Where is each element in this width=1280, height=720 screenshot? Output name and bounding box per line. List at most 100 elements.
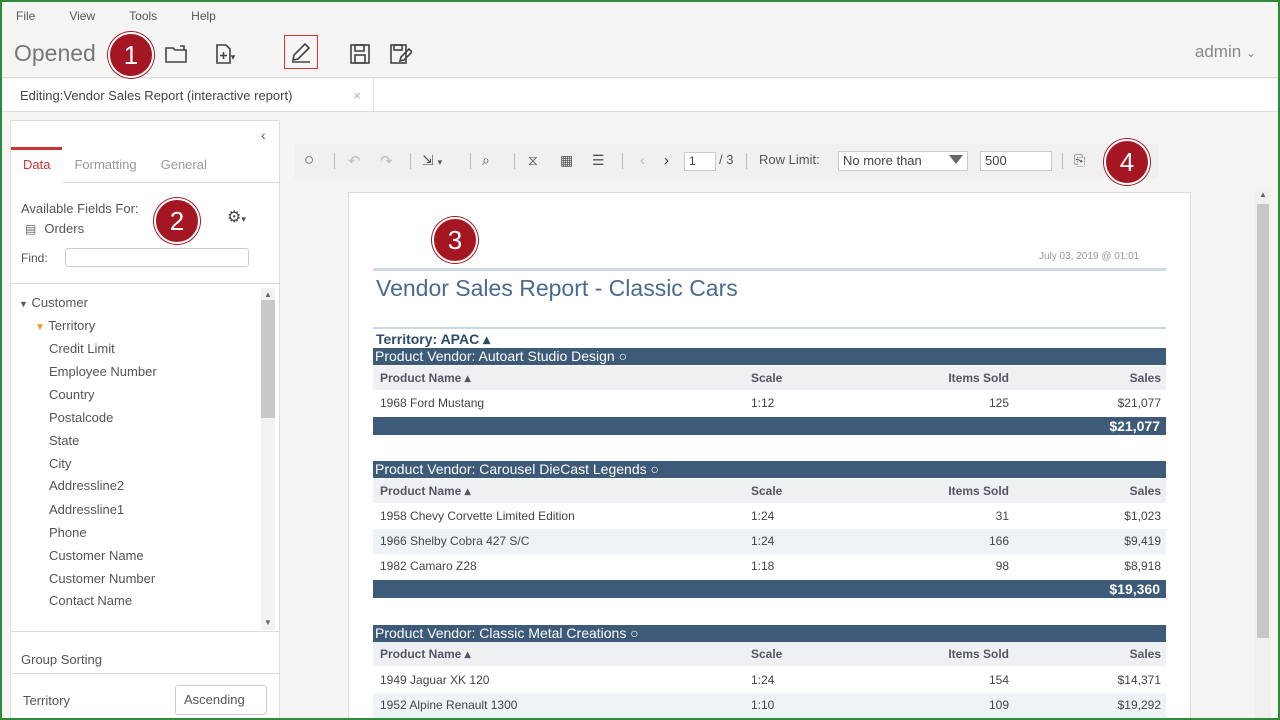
col-sales[interactable]: Sales xyxy=(1130,484,1161,498)
row-limit-input[interactable]: 500 xyxy=(980,151,1052,171)
vendor-group-header[interactable]: Product Vendor: Carousel DieCast Legends… xyxy=(373,461,1166,478)
table-icon[interactable]: ▦ xyxy=(560,152,573,169)
next-page-icon[interactable]: › xyxy=(664,152,669,169)
find-input[interactable] xyxy=(65,248,249,267)
col-product-name[interactable]: Product Name ▴ xyxy=(380,484,471,498)
vendor-group-header[interactable]: Product Vendor: Autoart Studio Design ○ xyxy=(373,348,1166,365)
menu-help[interactable]: Help xyxy=(191,9,216,23)
divider xyxy=(470,153,471,169)
tree-item-addressline2[interactable]: Addressline2 xyxy=(49,478,124,493)
tree-item-phone[interactable]: Phone xyxy=(49,525,87,540)
main-toolbar: Opened admin ⌄ xyxy=(2,30,1278,78)
new-file-icon[interactable] xyxy=(210,40,238,68)
tab-general[interactable]: General xyxy=(149,147,219,183)
gear-icon[interactable]: ⚙▾ xyxy=(227,207,246,227)
col-items-sold[interactable]: Items Sold xyxy=(948,371,1009,385)
undo-icon[interactable]: ↶ xyxy=(348,152,361,170)
circle-icon[interactable]: ○ xyxy=(304,150,314,170)
col-scale[interactable]: Scale xyxy=(751,647,782,661)
tree-item-contact-name[interactable]: Contact Name xyxy=(49,593,132,608)
app-window: File View Tools Help Opened admin ⌄ Edit… xyxy=(0,0,1280,720)
page-number-input[interactable]: 1 xyxy=(684,152,716,171)
cell-product: 1952 Alpine Renault 1300 xyxy=(380,698,518,712)
cell-sales: $19,292 xyxy=(1117,698,1161,712)
col-items-sold[interactable]: Items Sold xyxy=(948,484,1009,498)
tree-item-postalcode[interactable]: Postalcode xyxy=(49,410,113,425)
scrollbar-thumb[interactable] xyxy=(1257,204,1269,638)
save-as-icon[interactable] xyxy=(386,40,414,68)
zoom-select-icon[interactable]: ⌕ xyxy=(482,152,490,169)
cell-sales: $21,077 xyxy=(1117,396,1161,410)
collapse-panel-icon[interactable]: ‹ xyxy=(261,127,266,143)
annotation-badge-4: 4 xyxy=(1104,139,1150,185)
divider xyxy=(410,153,411,169)
divider xyxy=(11,283,279,284)
cell-product: 1949 Jaguar XK 120 xyxy=(380,673,490,687)
tab-label: Editing:Vendor Sales Report (interactive… xyxy=(20,88,293,103)
scroll-down-icon[interactable]: ▼ xyxy=(264,618,272,627)
row-limit-select[interactable]: No more than xyxy=(838,151,968,171)
group-total: $19,360 xyxy=(1109,581,1160,597)
table-row: 1966 Shelby Cobra 427 S/C 1:24 166 $9,41… xyxy=(373,529,1166,554)
tab-data[interactable]: Data xyxy=(11,147,63,183)
cell-product: 1982 Camaro Z28 xyxy=(380,559,477,573)
cell-scale: 1:12 xyxy=(751,396,775,410)
open-folder-icon[interactable] xyxy=(162,40,190,68)
menu-view[interactable]: View xyxy=(69,9,95,23)
tree-item-country[interactable]: Country xyxy=(49,387,95,402)
col-sales[interactable]: Sales xyxy=(1130,371,1161,385)
sort-order-select[interactable]: Ascending xyxy=(175,685,267,715)
table-row: 1949 Jaguar XK 120 1:24 154 $14,371 xyxy=(373,668,1166,693)
tree-item-territory[interactable]: ▼ Territory xyxy=(35,318,95,333)
opened-button[interactable]: Opened xyxy=(14,40,96,67)
report-scrollbar[interactable]: ▲ xyxy=(1255,190,1271,718)
tree-item-addressline1[interactable]: Addressline1 xyxy=(49,502,124,517)
divider xyxy=(11,631,279,632)
dropdown-arrow-icon xyxy=(949,155,963,164)
cell-scale: 1:24 xyxy=(751,509,775,523)
tree-item-customer-number[interactable]: Customer Number xyxy=(49,571,155,586)
col-items-sold[interactable]: Items Sold xyxy=(948,647,1009,661)
column-header-row: Product Name ▴ Scale Items Sold Sales xyxy=(373,366,1166,390)
cell-items-sold: 98 xyxy=(995,559,1009,573)
divider xyxy=(373,327,1166,329)
group-total: $21,077 xyxy=(1109,418,1160,434)
redo-icon[interactable]: ↷ xyxy=(380,152,393,170)
filter-icon[interactable]: ⧖ xyxy=(528,152,538,169)
territory-group-header[interactable]: Territory: APAC ▴ xyxy=(376,331,490,348)
cell-scale: 1:18 xyxy=(751,559,775,573)
tree-item-credit-limit[interactable]: Credit Limit xyxy=(49,341,115,356)
report-toolbar: ○ ↶ ↷ ⇲ ▾ ⌕ ⧖ ▦ ☰ ‹ › 1 / 3 Row Limit: N… xyxy=(294,144,1158,178)
scroll-up-icon[interactable]: ▲ xyxy=(264,290,272,299)
tree-item-customer[interactable]: ▼ Customer xyxy=(19,295,88,310)
field-tree-scrollbar[interactable]: ▲ ▼ xyxy=(261,288,275,630)
col-product-name[interactable]: Product Name ▴ xyxy=(380,647,471,661)
close-tab-icon[interactable]: × xyxy=(353,88,361,103)
user-menu[interactable]: admin ⌄ xyxy=(1195,42,1256,62)
scroll-up-icon[interactable]: ▲ xyxy=(1259,190,1267,199)
col-scale[interactable]: Scale xyxy=(751,484,782,498)
tree-item-label: Customer xyxy=(31,295,88,310)
col-sales[interactable]: Sales xyxy=(1130,647,1161,661)
tree-item-state[interactable]: State xyxy=(49,433,79,448)
cell-items-sold: 31 xyxy=(995,509,1009,523)
tab-vendor-sales-report[interactable]: Editing:Vendor Sales Report (interactive… xyxy=(8,79,374,112)
menu-file[interactable]: File xyxy=(16,9,35,23)
tree-item-employee-number[interactable]: Employee Number xyxy=(49,364,157,379)
list-icon[interactable]: ☰ xyxy=(592,152,605,169)
menu-tools[interactable]: Tools xyxy=(129,9,157,23)
save-icon[interactable] xyxy=(346,40,374,68)
report-date: July 03, 2019 @ 01:01 xyxy=(1039,251,1140,262)
tree-item-customer-name[interactable]: Customer Name xyxy=(49,548,144,563)
divider xyxy=(11,673,279,674)
copy-icon[interactable]: ⎘ xyxy=(1074,152,1085,169)
col-product-name[interactable]: Product Name ▴ xyxy=(380,371,471,385)
tab-formatting[interactable]: Formatting xyxy=(62,147,148,183)
vendor-group-header[interactable]: Product Vendor: Classic Metal Creations … xyxy=(373,625,1166,642)
prev-page-icon[interactable]: ‹ xyxy=(640,152,645,169)
edit-pencil-icon[interactable] xyxy=(284,35,318,69)
insert-icon[interactable]: ⇲ ▾ xyxy=(422,152,442,169)
scrollbar-thumb[interactable] xyxy=(261,300,275,418)
col-scale[interactable]: Scale xyxy=(751,371,782,385)
tree-item-city[interactable]: City xyxy=(49,456,71,471)
